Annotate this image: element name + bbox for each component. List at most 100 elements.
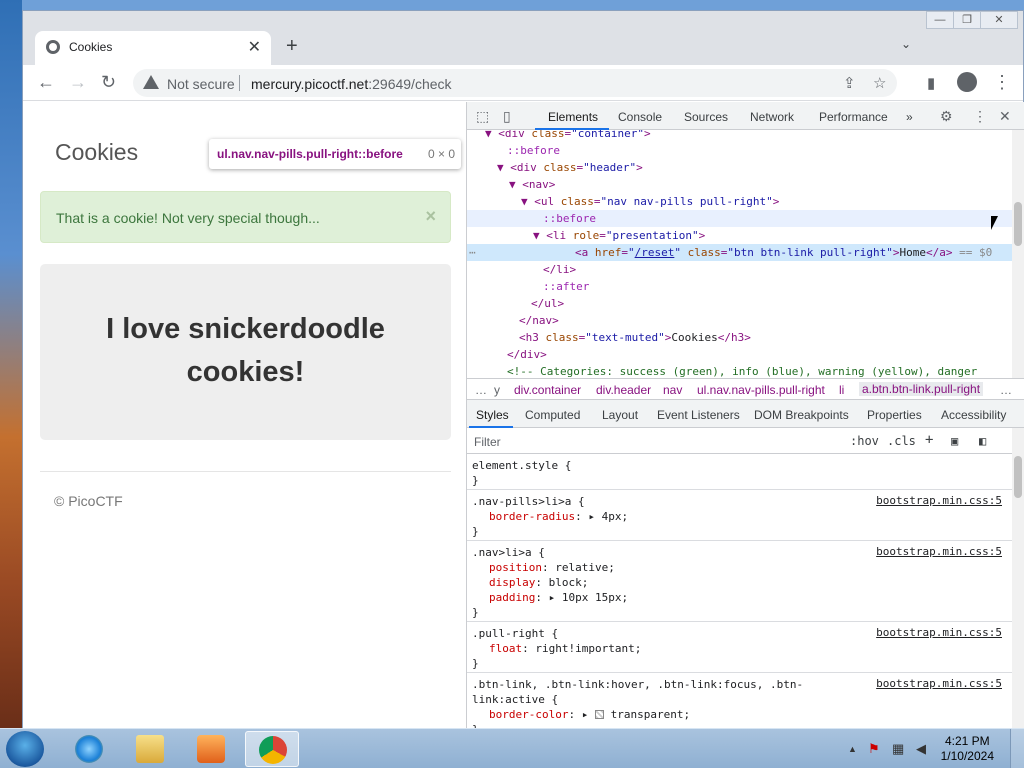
show-hidden-icons-button[interactable]: ▲ [848, 744, 857, 754]
tab-cookies[interactable]: Cookies ✕ [35, 31, 271, 65]
styles-scroll-thumb[interactable] [1014, 456, 1022, 498]
style-property[interactable]: border-color: ▸ transparent; [489, 707, 690, 722]
style-rule[interactable]: .nav>li>a { bootstrap.min.css:5 position: … [467, 543, 1012, 622]
style-rule[interactable]: .nav-pills>li>a { bootstrap.min.css:5 bord… [467, 492, 1012, 541]
new-rule-button[interactable]: + [925, 432, 933, 448]
side-panel-icon[interactable]: ▮ [927, 74, 935, 92]
new-tab-button[interactable]: + [286, 35, 298, 58]
minimize-button[interactable]: — [926, 11, 954, 29]
back-button[interactable]: ← [37, 72, 55, 93]
subtab-event-listeners[interactable]: Event Listeners [657, 408, 740, 422]
settings-gear-icon[interactable]: ⚙ [940, 108, 953, 125]
forward-button[interactable]: → [69, 72, 87, 93]
url-text[interactable]: mercury.picoctf.net:29649/check [251, 76, 452, 92]
property-value[interactable]: right!important [535, 642, 634, 655]
style-rule[interactable]: element.style {} [467, 456, 1012, 490]
rule-selector[interactable]: .nav>li>a { [472, 545, 545, 560]
property-value[interactable]: transparent [604, 708, 684, 721]
dom-node[interactable]: </div> [467, 346, 1012, 363]
more-tabs-button[interactable]: » [906, 110, 913, 124]
href-link[interactable]: /reset [635, 246, 675, 259]
dom-node[interactable]: </li> [467, 261, 1012, 278]
dom-node[interactable]: ▼ <div class="header"> [467, 159, 1012, 176]
dom-node[interactable]: ⋯ <a href="/reset" class="btn btn-link p… [467, 244, 1012, 261]
tab-sources[interactable]: Sources [684, 110, 728, 124]
property-value[interactable]: 10px 15px [562, 591, 622, 604]
tab-performance[interactable]: Performance [819, 110, 888, 124]
rule-source-link[interactable]: bootstrap.min.css:5 [876, 626, 1002, 639]
breadcrumb-item[interactable]: y [494, 383, 500, 397]
filter-input[interactable]: Filter [474, 435, 501, 449]
style-rule[interactable]: .pull-right { bootstrap.min.css:5 float: r… [467, 624, 1012, 673]
reload-button[interactable]: ↻ [101, 72, 116, 93]
share-icon[interactable]: ⇪ [843, 74, 856, 92]
address-bar[interactable]: Not secure mercury.picoctf.net:29649/che… [133, 69, 897, 97]
taskbar-file-explorer[interactable] [123, 731, 177, 767]
dom-node[interactable]: </nav> [467, 312, 1012, 329]
property-value[interactable]: block [549, 576, 582, 589]
breadcrumb-item[interactable]: … [1000, 383, 1012, 397]
volume-muted-icon[interactable]: ◀ [916, 741, 926, 757]
expand-shorthand-icon[interactable]: ▸ [582, 708, 595, 721]
style-property[interactable]: float: right!important; [489, 641, 641, 656]
breadcrumb-item[interactable]: … [475, 383, 487, 397]
rule-source-link[interactable]: bootstrap.min.css:5 [876, 677, 1002, 690]
taskbar-media-player[interactable] [184, 731, 238, 767]
inspect-element-icon[interactable]: ⬚ [476, 108, 489, 125]
style-property[interactable]: display: block; [489, 575, 588, 590]
subtab-properties[interactable]: Properties [867, 408, 922, 422]
property-name[interactable]: padding [489, 591, 535, 604]
expand-arrow-icon[interactable]: ▼ [509, 178, 522, 191]
start-button[interactable] [6, 731, 44, 767]
cls-toggle[interactable]: .cls [887, 434, 916, 448]
dom-node[interactable]: ::before [467, 142, 1012, 159]
breadcrumb-item[interactable]: a.btn.btn-link.pull-right [859, 382, 984, 396]
action-center-flag-icon[interactable]: ⚑ [868, 741, 880, 757]
dom-node[interactable]: ▼ <div class="container"> [467, 130, 1012, 142]
property-name[interactable]: display [489, 576, 535, 589]
not-secure-label[interactable]: Not secure [167, 76, 235, 92]
taskbar-chrome[interactable] [245, 731, 299, 767]
property-name[interactable]: border-color [489, 708, 568, 721]
property-value[interactable]: 4px [602, 510, 622, 523]
dom-node[interactable]: <h3 class="text-muted">Cookies</h3> [467, 329, 1012, 346]
subtab-computed[interactable]: Computed [525, 408, 580, 422]
hov-toggle[interactable]: :hov [850, 434, 879, 448]
dom-node[interactable]: ▼ <ul class="nav nav-pills pull-right"> [467, 193, 1012, 210]
rule-selector[interactable]: .nav-pills>li>a { [472, 494, 585, 509]
alert-close-button[interactable]: × [425, 206, 436, 227]
rule-selector[interactable]: .pull-right { [472, 626, 558, 641]
device-toolbar-icon[interactable]: ▯ [503, 108, 511, 125]
style-property[interactable]: position: relative; [489, 560, 615, 575]
subtab-styles[interactable]: Styles [476, 408, 509, 422]
show-desktop-button[interactable] [1010, 729, 1024, 768]
dom-node[interactable]: ::after [467, 278, 1012, 295]
expand-shorthand-icon[interactable]: ▸ [588, 510, 601, 523]
styles-pane[interactable]: element.style {} .nav-pills>li>a { bootstr… [467, 454, 1012, 728]
property-value[interactable]: relative [555, 561, 608, 574]
rule-source-link[interactable]: bootstrap.min.css:5 [876, 545, 1002, 558]
paint-brush-icon[interactable]: ▣ [951, 434, 958, 448]
tab-console[interactable]: Console [618, 110, 662, 124]
rule-source-link[interactable]: bootstrap.min.css:5 [876, 494, 1002, 507]
tab-elements[interactable]: Elements [548, 110, 598, 124]
subtab-accessibility[interactable]: Accessibility [941, 408, 1006, 422]
subtab-layout[interactable]: Layout [602, 408, 638, 422]
property-name[interactable]: position [489, 561, 542, 574]
dom-node[interactable]: ▼ <li role="presentation"> [467, 227, 1012, 244]
expand-arrow-icon[interactable]: ▼ [521, 195, 534, 208]
tab-search-chevron-icon[interactable]: ⌄ [901, 37, 911, 51]
close-tab-icon[interactable]: ✕ [248, 37, 261, 57]
style-property[interactable]: border-radius: ▸ 4px; [489, 509, 628, 524]
expand-arrow-icon[interactable]: ▼ [533, 229, 546, 242]
close-window-button[interactable]: ✕ [980, 11, 1018, 29]
style-property[interactable]: padding: ▸ 10px 15px; [489, 590, 628, 605]
tab-network[interactable]: Network [750, 110, 794, 124]
dom-node[interactable]: </ul> [467, 295, 1012, 312]
chrome-menu-icon[interactable]: ⋮ [993, 72, 1011, 93]
property-name[interactable]: border-radius [489, 510, 575, 523]
breadcrumb-item[interactable]: ul.nav.nav-pills.pull-right [697, 383, 825, 397]
close-devtools-icon[interactable]: ✕ [999, 108, 1011, 125]
taskbar-internet-explorer[interactable] [62, 731, 116, 767]
property-name[interactable]: float [489, 642, 522, 655]
